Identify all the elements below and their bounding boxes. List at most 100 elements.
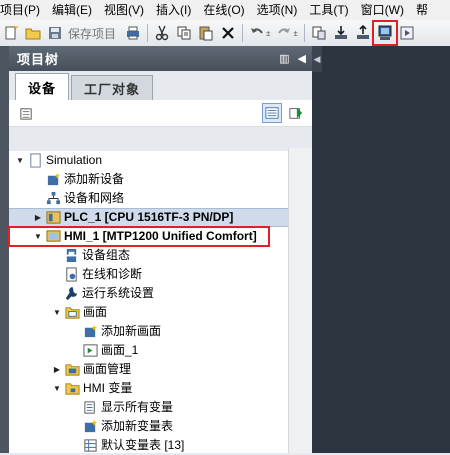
tree-item-label: HMI_1 [MTP1200 Unified Comfort] <box>64 229 257 243</box>
tree-item-runtime-settings[interactable]: 运行系统设置 <box>9 284 312 303</box>
collapse-left-icon[interactable]: ◀ <box>314 54 321 65</box>
tree-item-label: 添加新画面 <box>101 324 162 338</box>
collapse-arrow-icon[interactable]: ▼ <box>33 232 43 242</box>
panel-splitter[interactable]: ◀ <box>312 46 322 72</box>
left-collapsed-strip[interactable] <box>0 46 9 453</box>
folder-icon <box>64 305 80 321</box>
tree-item-label: PLC_1 [CPU 1516TF-3 PN/DP] <box>64 210 234 224</box>
work-area <box>312 46 450 453</box>
save-project-button[interactable]: 保存项目 <box>68 25 116 42</box>
tree-header-band <box>9 127 312 151</box>
download-button[interactable] <box>330 22 352 44</box>
paste-icon <box>199 26 213 41</box>
menu-bar: 项目(P) 编辑(E) 视图(V) 插入(I) 在线(O) 选项(N) 工具(T… <box>0 0 450 20</box>
tree-item-label: 添加新设备 <box>64 172 125 186</box>
device-config-icon <box>63 248 79 264</box>
menu-help[interactable]: 帮 <box>410 0 434 20</box>
tree-item-device-config[interactable]: 设备组态 <box>9 246 312 265</box>
upload-button[interactable] <box>352 22 374 44</box>
cut-button[interactable] <box>151 22 173 44</box>
tree-item-show-all-tags[interactable]: 显示所有变量 <box>9 398 312 417</box>
expand-arrow-icon[interactable]: ▶ <box>33 213 43 223</box>
details-view-button[interactable] <box>262 103 282 123</box>
cut-icon <box>155 25 169 41</box>
wrench-icon <box>63 286 79 302</box>
panel-header: 项目树 ▥ ◀ <box>9 46 312 71</box>
toolbar-separator <box>303 24 305 42</box>
collapse-arrow-icon[interactable]: ▼ <box>52 384 62 394</box>
redo-button[interactable] <box>273 22 295 44</box>
project-tree-panel: 项目树 ▥ ◀ 设备 工厂对象 ▼ Simulation 添加新设备 设备和网络… <box>8 46 313 455</box>
delete-button[interactable] <box>217 22 239 44</box>
upload-from-device-icon <box>356 25 369 39</box>
new-project-button[interactable] <box>0 22 22 44</box>
split-view-icon[interactable]: ▥ <box>279 52 289 65</box>
tree-item-add-device[interactable]: 添加新设备 <box>9 170 312 189</box>
download-to-device-icon <box>334 26 347 39</box>
open-folder-icon <box>25 28 41 40</box>
tree-item-label: 设备和网络 <box>64 191 125 205</box>
tree-item-label: HMI 变量 <box>83 381 133 395</box>
tree-item-plc[interactable]: ▶ PLC_1 [CPU 1516TF-3 PN/DP] <box>9 208 312 227</box>
tree-item-default-tag-table[interactable]: 默认变量表 [13] <box>9 436 312 455</box>
tree-item-hmi-tags[interactable]: ▼ HMI 变量 <box>9 379 312 398</box>
open-project-button[interactable] <box>22 22 44 44</box>
tag-table-icon <box>82 438 98 454</box>
tree-item-label: 在线和诊断 <box>82 267 143 281</box>
tree-item-label: 默认变量表 [13] <box>101 438 185 452</box>
tag-list-icon <box>82 400 98 416</box>
list-view-icon <box>265 107 279 119</box>
panel-header-icons: ▥ ◀ <box>279 52 306 65</box>
tree-item-screen-1[interactable]: 画面_1 <box>9 341 312 360</box>
menu-online[interactable]: 在线(O) <box>197 0 250 20</box>
tree-item-label: 画面 <box>83 305 108 319</box>
tree-item-screen-mgmt[interactable]: ▶ 画面管理 <box>9 360 312 379</box>
menu-options[interactable]: 选项(N) <box>251 0 304 20</box>
compile-button[interactable] <box>308 22 330 44</box>
tree-subtoolbar <box>9 100 312 127</box>
save-icon-button[interactable] <box>44 22 66 44</box>
redo-icon <box>278 28 291 34</box>
tree-item-devices-networks[interactable]: 设备和网络 <box>9 189 312 208</box>
new-project-icon <box>5 25 19 40</box>
overview-icon <box>19 107 32 120</box>
undo-button[interactable] <box>246 22 268 44</box>
project-icon <box>27 153 43 169</box>
tab-bar: 设备 工厂对象 <box>9 71 312 100</box>
start-simulation-button[interactable] <box>371 20 398 46</box>
tab-devices[interactable]: 设备 <box>15 73 70 100</box>
save-icon <box>49 27 61 39</box>
tree-item-add-screen[interactable]: 添加新画面 <box>9 322 312 341</box>
tree-item-add-tag-table[interactable]: 添加新变量表 <box>9 417 312 436</box>
toolbar-separator <box>242 24 244 42</box>
add-tag-table-icon <box>82 419 98 435</box>
tree-item-online-diag[interactable]: 在线和诊断 <box>9 265 312 284</box>
tree-item-label: 运行系统设置 <box>82 286 155 300</box>
menu-view[interactable]: 视图(V) <box>98 0 150 20</box>
collapse-arrow-icon[interactable]: ▼ <box>52 308 62 318</box>
collapse-arrow-icon[interactable]: ▼ <box>15 156 25 166</box>
menu-insert[interactable]: 插入(I) <box>150 0 197 20</box>
menu-window[interactable]: 窗口(W) <box>355 0 410 20</box>
project-tree: ▼ Simulation 添加新设备 设备和网络 ▶ PLC_1 [CPU 15… <box>8 151 312 455</box>
tab-plant-objects[interactable]: 工厂对象 <box>71 75 154 100</box>
start-runtime-button[interactable] <box>396 22 418 44</box>
tree-item-hmi[interactable]: ▼ HMI_1 [MTP1200 Unified Comfort] <box>8 226 270 247</box>
expand-arrow-icon[interactable]: ▶ <box>52 365 62 375</box>
runtime-icon <box>400 26 414 40</box>
collapse-panel-icon[interactable]: ◀ <box>298 52 306 65</box>
tree-right-column <box>288 148 312 453</box>
add-table-icon <box>289 107 303 119</box>
plc-icon <box>45 210 61 226</box>
copy-button[interactable] <box>173 22 195 44</box>
tree-item-label: 添加新变量表 <box>101 419 174 433</box>
paste-button[interactable] <box>195 22 217 44</box>
print-button[interactable] <box>122 22 144 44</box>
tree-item-screens[interactable]: ▼ 画面 <box>9 303 312 322</box>
device-overview-button[interactable] <box>17 104 35 122</box>
new-item-button[interactable] <box>286 103 306 123</box>
tree-item-root[interactable]: ▼ Simulation <box>9 151 312 170</box>
menu-project[interactable]: 项目(P) <box>0 0 46 20</box>
menu-edit[interactable]: 编辑(E) <box>46 0 98 20</box>
menu-tools[interactable]: 工具(T) <box>303 0 354 20</box>
